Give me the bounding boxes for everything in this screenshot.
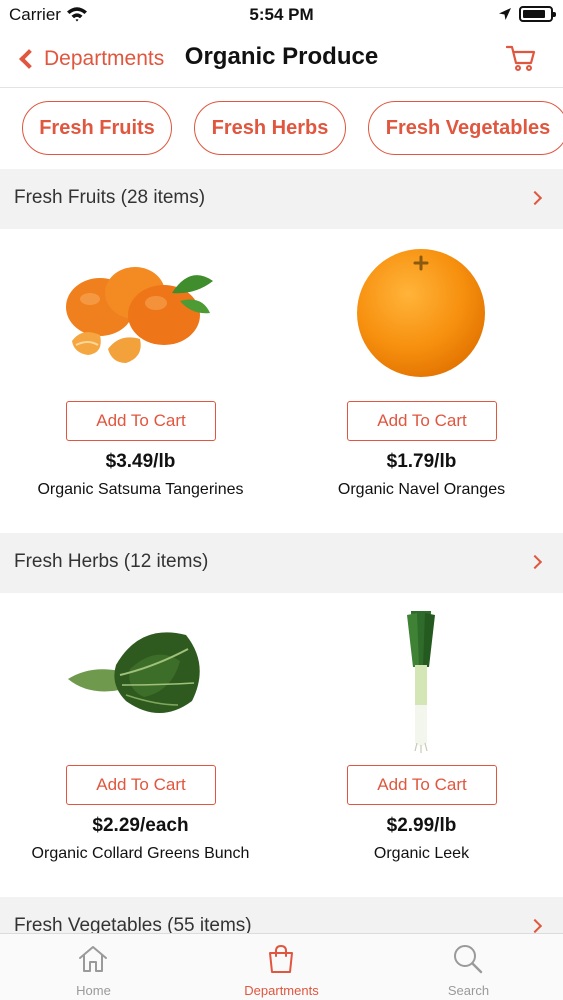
product-card[interactable]: Add To Cart $2.99/lb Organic Leek	[281, 593, 562, 897]
add-to-cart-button[interactable]: Add To Cart	[347, 401, 497, 441]
battery-icon	[519, 6, 556, 22]
chip-fresh-vegetables[interactable]: Fresh Vegetables	[368, 101, 563, 155]
home-icon	[79, 946, 107, 972]
back-label: Departments	[44, 47, 165, 70]
chevron-left-icon	[19, 49, 39, 69]
tangerines-image	[66, 267, 213, 363]
cart-icon[interactable]	[506, 44, 536, 72]
tab-home[interactable]: Home	[0, 934, 187, 1000]
product-name: Organic Satsuma Tangerines	[37, 481, 244, 498]
product-card[interactable]: Add To Cart $3.49/lb Organic Satsuma Tan…	[0, 229, 281, 533]
orange-image	[357, 249, 485, 377]
back-button[interactable]: Departments	[14, 42, 164, 76]
shopping-bag-icon	[269, 944, 293, 973]
tab-label: Departments	[244, 983, 319, 998]
section-title: Fresh Fruits (28 items)	[14, 187, 206, 208]
chevron-right-icon	[527, 554, 543, 570]
product-card[interactable]: Add To Cart $2.29/each Organic Collard G…	[0, 593, 281, 897]
product-row: Add To Cart $3.49/lb Organic Satsuma Tan…	[0, 229, 563, 533]
clock: 5:54 PM	[249, 5, 314, 24]
product-name: Organic Navel Oranges	[337, 481, 506, 498]
tab-departments[interactable]: Departments	[188, 934, 375, 1000]
search-icon	[454, 945, 483, 974]
chevron-right-icon	[527, 918, 543, 934]
location-arrow-icon	[499, 8, 511, 20]
product-name: Organic Collard Greens Bunch	[31, 845, 250, 862]
product-name: Organic Leek	[373, 845, 470, 862]
tab-label: Search	[447, 983, 490, 998]
tab-label: Home	[76, 983, 111, 998]
navigation-bar: Departments Organic Produce	[0, 30, 563, 88]
section-header-fresh-fruits[interactable]: Fresh Fruits (28 items)	[0, 169, 563, 229]
product-price: $1.79/lb	[386, 451, 457, 472]
add-to-cart-button[interactable]: Add To Cart	[66, 765, 216, 805]
product-price: $3.49/lb	[105, 451, 176, 472]
tab-bar: Home Departments Search	[0, 933, 563, 1000]
chip-fresh-herbs[interactable]: Fresh Herbs	[194, 101, 346, 155]
collard-greens-image	[68, 632, 200, 713]
leek-image	[407, 611, 435, 753]
chevron-right-icon	[527, 190, 543, 206]
product-row: Add To Cart $2.29/each Organic Collard G…	[0, 593, 563, 897]
add-to-cart-button[interactable]: Add To Cart	[66, 401, 216, 441]
tab-search[interactable]: Search	[375, 934, 562, 1000]
product-price: $2.29/each	[92, 815, 189, 836]
section-title: Fresh Herbs (12 items)	[14, 551, 209, 572]
category-chip-row: Fresh Fruits Fresh Herbs Fresh Vegetable…	[0, 89, 563, 169]
chip-fresh-fruits[interactable]: Fresh Fruits	[22, 101, 172, 155]
product-card[interactable]: Add To Cart $1.79/lb Organic Navel Orang…	[281, 229, 562, 533]
product-price: $2.99/lb	[386, 815, 457, 836]
section-header-fresh-herbs[interactable]: Fresh Herbs (12 items)	[0, 533, 563, 593]
add-to-cart-button[interactable]: Add To Cart	[347, 765, 497, 805]
status-bar: Carrier 5:54 PM	[0, 0, 563, 30]
